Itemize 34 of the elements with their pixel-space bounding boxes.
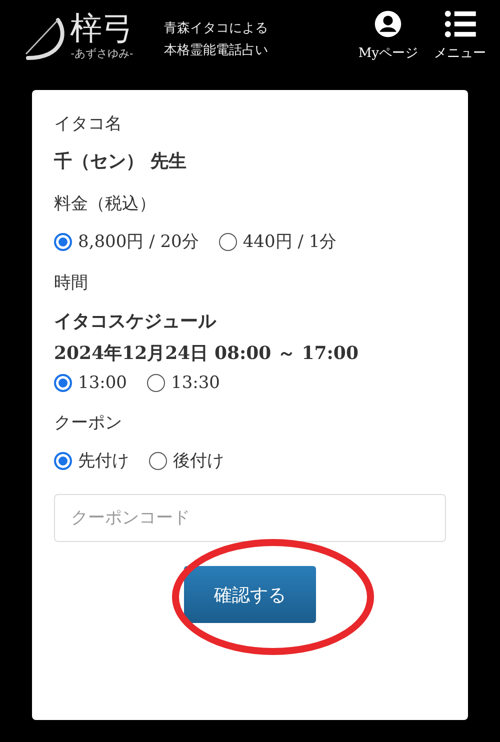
- nav-link[interactable]: Myページ: [358, 10, 418, 62]
- schedule-title: イタコスケジュール: [54, 310, 218, 334]
- radio-button[interactable]: [149, 452, 167, 470]
- radio-button[interactable]: [218, 232, 237, 250]
- radio-option[interactable]: 後付け: [149, 449, 224, 472]
- radio-button[interactable]: [54, 374, 72, 392]
- coupon-code-field[interactable]: クーポンコード: [54, 494, 446, 542]
- radio-option[interactable]: 13:30: [147, 373, 220, 393]
- field-label: イタコ名: [54, 113, 123, 136]
- radio-button[interactable]: [54, 452, 72, 470]
- field-value: 千（セン） 先生: [54, 150, 188, 174]
- radio-option[interactable]: 440円 / 1分: [218, 230, 337, 253]
- field-label: 料金（税込）: [54, 193, 157, 216]
- menu-icon: [443, 10, 477, 38]
- tagline-text: 青森イタコによる: [164, 20, 268, 38]
- option-label: 先付け: [78, 450, 129, 472]
- confirm-button[interactable]: 確認する: [184, 566, 316, 623]
- option-label: 後付け: [173, 450, 224, 472]
- tagline-text: 本格霊能電話占い: [164, 42, 268, 60]
- radio-button[interactable]: [147, 374, 165, 392]
- logo-title: 梓弓: [70, 10, 134, 46]
- field-label: 時間: [54, 272, 89, 295]
- radio-option[interactable]: 先付け: [54, 449, 129, 472]
- logo-subtitle: -あずさゆみ-: [70, 46, 134, 61]
- option-label: 440円 / 1分: [242, 231, 337, 253]
- field-label: クーポン: [54, 412, 123, 435]
- option-label: 13:30: [171, 373, 220, 393]
- nav-link[interactable]: メニュー: [434, 10, 486, 62]
- schedule-range: 2024年12月24日 08:00 ～ 17:00: [54, 342, 360, 366]
- radio-button[interactable]: [54, 232, 72, 250]
- option-label: 8,800円 / 20分: [78, 231, 199, 253]
- radio-option[interactable]: 13:00: [54, 373, 127, 393]
- option-label: 13:00: [78, 373, 127, 393]
- radio-option[interactable]: 8,800円 / 20分: [54, 230, 199, 253]
